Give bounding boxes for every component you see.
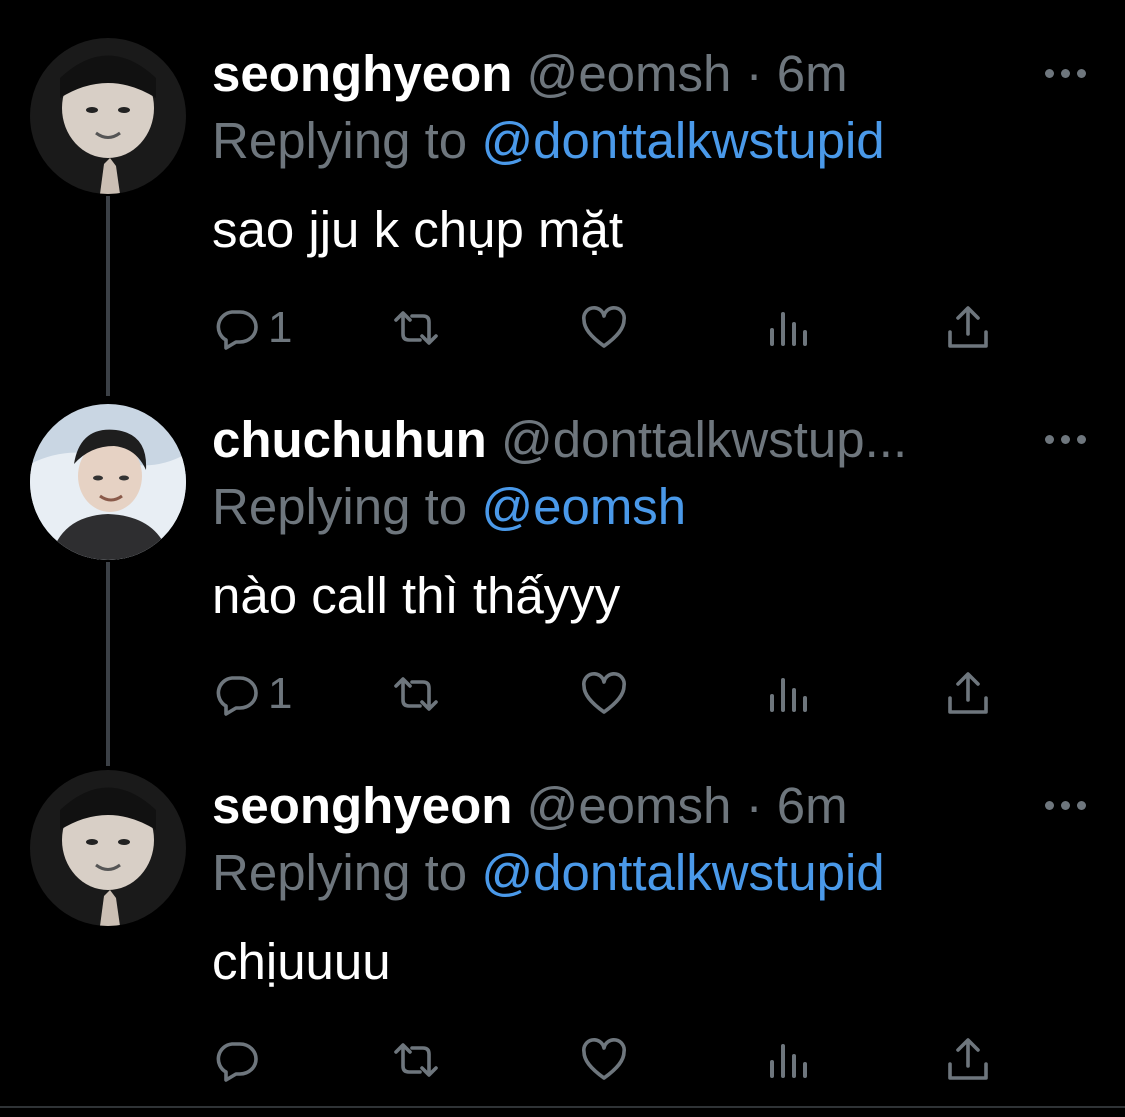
analytics-button[interactable]	[764, 300, 812, 356]
like-icon	[582, 1038, 626, 1080]
share-icon	[948, 672, 988, 714]
separator-dot: ·	[745, 45, 763, 102]
replying-to-label: Replying to	[212, 478, 482, 535]
timestamp[interactable]: 6m	[777, 777, 848, 834]
reply-button[interactable]: 1	[212, 300, 292, 356]
replying-to: Replying to @donttalkwstupid	[212, 842, 885, 904]
retweet-button[interactable]	[392, 1032, 440, 1088]
more-icon[interactable]	[1041, 424, 1089, 454]
share-button[interactable]	[944, 300, 992, 356]
user-handle[interactable]: @donttalkwstup...	[501, 411, 907, 468]
tweet-text: sao jju k chụp mặt	[212, 201, 624, 258]
replying-to: Replying to @eomsh	[212, 476, 686, 538]
tweet-header: seonghyeon @eomsh · 6m	[212, 44, 1015, 104]
share-icon	[948, 1038, 988, 1080]
retweet-icon	[394, 1043, 438, 1077]
more-icon[interactable]	[1041, 790, 1089, 820]
reply-count: 1	[268, 669, 293, 718]
reply-icon	[216, 676, 258, 716]
display-name[interactable]: seonghyeon	[212, 45, 512, 102]
reply-handle-link[interactable]: @donttalkwstupid	[481, 844, 884, 901]
tweet-text: nào call thì thấyyy	[212, 567, 621, 624]
like-icon	[582, 672, 626, 714]
separator-dot: ·	[745, 777, 763, 834]
avatar[interactable]	[30, 770, 186, 926]
reply-icon	[216, 310, 258, 350]
display-name[interactable]: seonghyeon	[212, 777, 512, 834]
like-button[interactable]	[580, 1032, 628, 1088]
tweet[interactable]: chuchuhun @donttalkwstup... Replying to …	[0, 366, 1125, 732]
reply-handle-link[interactable]: @eomsh	[481, 478, 686, 535]
analytics-button[interactable]	[764, 1032, 812, 1088]
share-button[interactable]	[944, 666, 992, 722]
avatar[interactable]	[30, 38, 186, 194]
tweet-header: seonghyeon @eomsh · 6m	[212, 776, 1015, 836]
share-button[interactable]	[944, 1032, 992, 1088]
reply-count: 1	[268, 303, 293, 352]
avatar[interactable]	[30, 404, 186, 560]
reply-button[interactable]: 1	[212, 666, 292, 722]
replying-to-label: Replying to	[212, 844, 482, 901]
reply-button[interactable]	[212, 1032, 268, 1088]
reply-handle-link[interactable]: @donttalkwstupid	[481, 112, 884, 169]
like-button[interactable]	[580, 300, 628, 356]
tweet-actions	[212, 1032, 1002, 1088]
tweet-actions: 1	[212, 666, 1002, 722]
display-name[interactable]: chuchuhun	[212, 411, 487, 468]
like-button[interactable]	[580, 666, 628, 722]
tweet[interactable]: seonghyeon @eomsh · 6m Replying to @dont…	[0, 0, 1125, 366]
analytics-icon	[770, 1044, 807, 1078]
share-icon	[948, 306, 988, 348]
tweet-header: chuchuhun @donttalkwstup...	[212, 410, 1015, 470]
divider	[0, 1106, 1125, 1108]
user-handle[interactable]: @eomsh	[527, 777, 732, 834]
tweet[interactable]: seonghyeon @eomsh · 6m Replying to @dont…	[0, 732, 1125, 1098]
retweet-button[interactable]	[392, 300, 440, 356]
user-handle[interactable]: @eomsh	[527, 45, 732, 102]
reply-icon	[216, 1042, 258, 1082]
analytics-icon	[770, 678, 807, 712]
analytics-button[interactable]	[764, 666, 812, 722]
replying-to-label: Replying to	[212, 112, 482, 169]
tweet-actions: 1	[212, 300, 1002, 356]
timestamp[interactable]: 6m	[777, 45, 848, 102]
retweet-icon	[394, 311, 438, 345]
retweet-icon	[394, 677, 438, 711]
like-icon	[582, 306, 626, 348]
more-icon[interactable]	[1041, 58, 1089, 88]
tweet-text: chịuuuu	[212, 933, 391, 990]
retweet-button[interactable]	[392, 666, 440, 722]
replying-to: Replying to @donttalkwstupid	[212, 110, 885, 172]
analytics-icon	[770, 312, 807, 346]
